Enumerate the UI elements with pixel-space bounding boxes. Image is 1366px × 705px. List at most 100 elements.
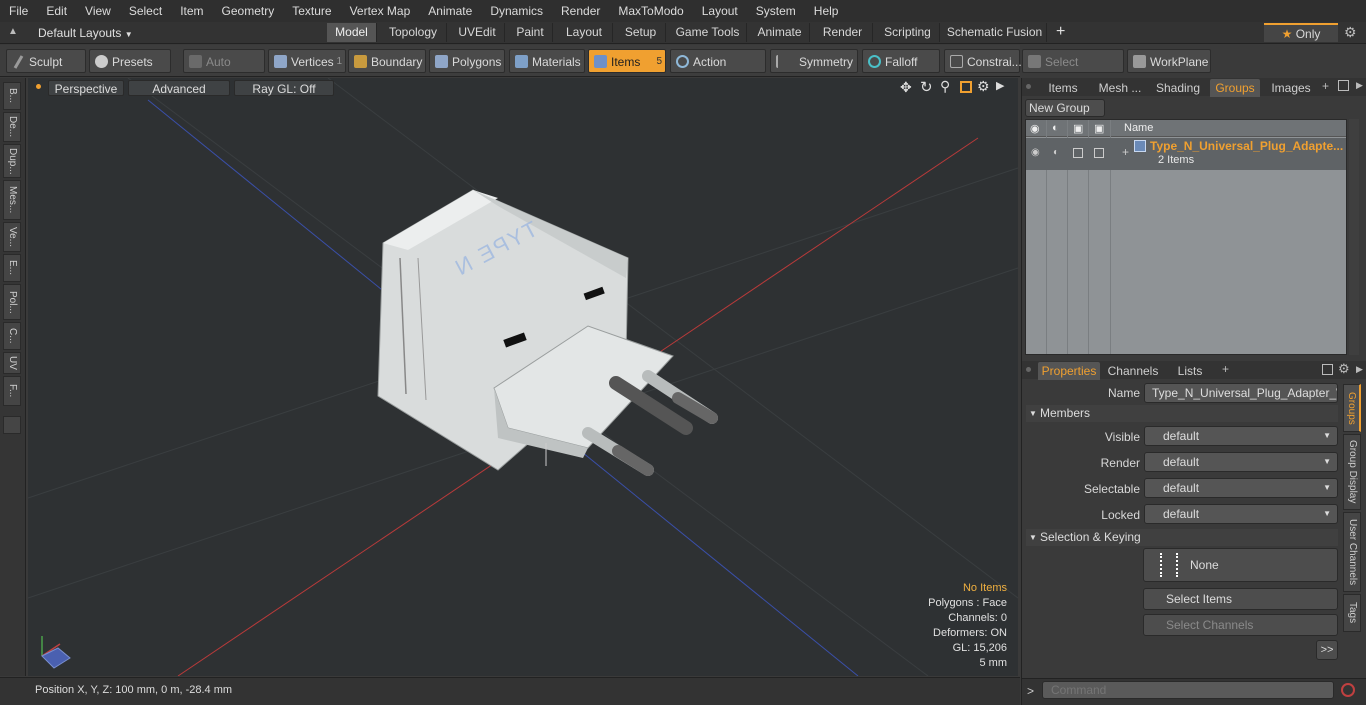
menu-vertex-map[interactable]: Vertex Map	[341, 0, 420, 22]
menu-render[interactable]: Render	[552, 0, 609, 22]
menu-file[interactable]: File	[0, 0, 37, 22]
sculpt-button[interactable]: Sculpt	[6, 49, 86, 73]
left-tab-fusion[interactable]: F...	[3, 376, 21, 406]
tab-properties[interactable]: Properties	[1038, 362, 1100, 380]
props-maximize-icon[interactable]	[1322, 364, 1333, 375]
tab-paint[interactable]: Paint	[508, 23, 553, 42]
menu-help[interactable]: Help	[805, 0, 848, 22]
only-toggle[interactable]: ★ Only	[1264, 23, 1338, 42]
tab-game-tools[interactable]: Game Tools	[669, 23, 747, 42]
command-input[interactable]	[1042, 681, 1334, 699]
tab-items[interactable]: Items	[1040, 79, 1086, 97]
presets-button[interactable]: Presets	[89, 49, 171, 73]
row-lock-checkbox[interactable]	[1073, 148, 1083, 158]
render-dropdown[interactable]: default ▼	[1144, 452, 1338, 472]
tab-model[interactable]: Model	[327, 23, 377, 42]
tab-images[interactable]: Images	[1266, 79, 1316, 97]
viewport-expand-icon[interactable]: ▶	[996, 79, 1004, 92]
groups-scrollbar[interactable]	[1349, 119, 1359, 355]
left-tab-polygon[interactable]: Pol...	[3, 284, 21, 320]
view-mode-button[interactable]: Perspective	[48, 80, 124, 96]
menu-item[interactable]: Item	[171, 0, 212, 22]
menu-edit[interactable]: Edit	[37, 0, 76, 22]
expand-plus-icon[interactable]: +	[1122, 145, 1129, 159]
selectable-dropdown[interactable]: default ▼	[1144, 478, 1338, 498]
more-button[interactable]: >>	[1316, 640, 1338, 660]
panel-expand-icon[interactable]: ▶	[1356, 80, 1363, 91]
tab-lists[interactable]: Lists	[1170, 362, 1210, 380]
menu-layout[interactable]: Layout	[693, 0, 747, 22]
left-tab-vertex[interactable]: Ve...	[3, 222, 21, 252]
left-tab-uv[interactable]: UV	[3, 352, 21, 374]
polygons-button[interactable]: Polygons	[429, 49, 505, 73]
menu-geometry[interactable]: Geometry	[213, 0, 284, 22]
left-tab-curve[interactable]: C...	[3, 322, 21, 350]
menu-maxtomodo[interactable]: MaxToModo	[609, 0, 692, 22]
members-section-header[interactable]: ▼ Members	[1026, 405, 1338, 422]
row-render-icon[interactable]: ◐	[1053, 147, 1059, 158]
tab-layout[interactable]: Layout	[556, 23, 613, 42]
props-gear-icon[interactable]: ⚙	[1338, 361, 1350, 377]
move-view-icon[interactable]: ✥	[900, 79, 912, 96]
lock-icon[interactable]: ▣	[1073, 122, 1083, 135]
menu-system[interactable]: System	[747, 0, 805, 22]
raygl-button[interactable]: Ray GL: Off	[234, 80, 334, 96]
render-icon[interactable]: ◐	[1052, 122, 1059, 134]
menu-dynamics[interactable]: Dynamics	[481, 0, 552, 22]
falloff-button[interactable]: Falloff	[862, 49, 940, 73]
add-panel-tab-icon[interactable]: +	[1322, 79, 1329, 93]
zoom-view-icon[interactable]: ⚲	[940, 78, 950, 95]
locked-dropdown[interactable]: default ▼	[1144, 504, 1338, 524]
boundary-button[interactable]: Boundary	[348, 49, 426, 73]
add-tab-icon[interactable]: +	[1056, 22, 1065, 42]
menu-select[interactable]: Select	[120, 0, 171, 22]
viewport-gear-icon[interactable]: ⚙	[977, 78, 990, 95]
3d-viewport[interactable]: TYPE N Perspective Advanced Ray GL: Off …	[28, 78, 1018, 676]
maximize-view-icon[interactable]	[960, 81, 972, 93]
select-items-button[interactable]: Select Items	[1143, 588, 1338, 610]
materials-button[interactable]: Materials	[509, 49, 585, 73]
tab-render[interactable]: Render	[813, 23, 873, 42]
record-icon[interactable]	[1341, 683, 1355, 697]
props-expand-icon[interactable]: ▶	[1356, 364, 1363, 375]
side-tab-tags[interactable]: Tags	[1343, 594, 1361, 632]
props-menu-dot-icon[interactable]	[1026, 367, 1031, 372]
left-tab-deform[interactable]: De...	[3, 112, 21, 142]
layout-selector[interactable]: Default Layouts ▼	[38, 24, 133, 42]
select-channels-button[interactable]: Select Channels	[1143, 614, 1338, 636]
tab-shading[interactable]: Shading	[1152, 79, 1204, 97]
none-selection-button[interactable]: None	[1143, 548, 1338, 582]
menu-texture[interactable]: Texture	[283, 0, 340, 22]
left-tab-extra[interactable]	[3, 416, 21, 434]
panel-menu-dot-icon[interactable]	[1026, 84, 1031, 89]
action-center-button[interactable]: Action Center	[670, 49, 766, 93]
gear-icon[interactable]: ⚙	[1344, 23, 1357, 42]
side-tab-group-display[interactable]: Group Display	[1343, 434, 1361, 510]
row-select-checkbox[interactable]	[1094, 148, 1104, 158]
row-eye-icon[interactable]: ◉	[1031, 147, 1040, 158]
tab-animate[interactable]: Animate	[750, 23, 810, 42]
auto-select-button[interactable]: Auto Select	[183, 49, 265, 93]
side-tab-user-channels[interactable]: User Channels	[1343, 512, 1361, 592]
rotate-view-icon[interactable]: ↻	[920, 78, 933, 96]
side-tab-groups[interactable]: Groups	[1343, 384, 1361, 432]
symmetry-button[interactable]: Symmetry	[770, 49, 858, 73]
new-group-button[interactable]: New Group	[1025, 99, 1105, 117]
tab-scripting[interactable]: Scripting	[876, 23, 940, 42]
items-button[interactable]: Items 5	[588, 49, 666, 73]
menu-view[interactable]: View	[76, 0, 120, 22]
left-tab-b[interactable]: B...	[3, 82, 21, 110]
group-row[interactable]: ◉ ◐ + Type_N_Universal_Plug_Adapte... 2 …	[1026, 138, 1346, 170]
tab-topology[interactable]: Topology	[380, 23, 447, 42]
tab-setup[interactable]: Setup	[616, 23, 666, 42]
constraints-button[interactable]: Constrai...	[944, 49, 1022, 73]
vertices-button[interactable]: Vertices 1	[268, 49, 346, 73]
left-tab-mesh[interactable]: Mes...	[3, 180, 21, 220]
select-through-button[interactable]: Select Through	[1022, 49, 1124, 93]
layout-up-icon[interactable]: ▲	[8, 26, 20, 38]
left-tab-duplicate[interactable]: Dup...	[3, 144, 21, 178]
visible-dropdown[interactable]: default ▼	[1144, 426, 1338, 446]
add-props-tab-icon[interactable]: +	[1222, 362, 1229, 376]
menu-animate[interactable]: Animate	[419, 0, 481, 22]
tab-groups[interactable]: Groups	[1210, 79, 1260, 97]
